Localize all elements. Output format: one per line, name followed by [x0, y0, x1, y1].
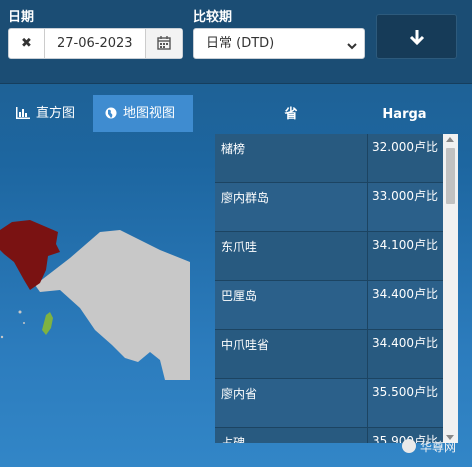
map-island-green[interactable]: [42, 312, 53, 335]
province-cell: 占碑: [221, 436, 246, 443]
arrow-down-icon: [409, 30, 425, 46]
filter-bar: 日期 比较期 ✖ 27-06-2023 日常 (DTD): [0, 0, 472, 84]
table-row[interactable]: 巴厘岛 34.400卢比: [215, 281, 443, 330]
column-header-province[interactable]: 省: [215, 100, 367, 130]
watermark: 华尊网: [402, 438, 456, 455]
price-table: 槠榜 32.000卢比 廖内群岛 33.000卢比 东爪哇 34.100卢比 巴…: [215, 134, 443, 443]
tab-bar-chart-label: 直方图: [36, 106, 76, 121]
price-cell: 34.400卢比: [367, 330, 443, 378]
table-row[interactable]: 中爪哇省 34.400卢比: [215, 330, 443, 379]
tab-map-view-label: 地图视图: [123, 106, 176, 121]
table-row[interactable]: 槠榜 32.000卢比: [215, 134, 443, 183]
map-island-small-2: [23, 322, 25, 324]
watermark-logo-icon: [402, 439, 416, 453]
scroll-up-arrow-icon[interactable]: [446, 137, 454, 142]
chevron-down-icon: [346, 37, 358, 56]
table-scrollbar[interactable]: [443, 134, 458, 443]
scrollbar-thumb[interactable]: [446, 148, 455, 204]
map-view[interactable]: [0, 140, 215, 467]
price-cell: 33.000卢比: [367, 183, 443, 231]
price-cell: 32.000卢比: [367, 134, 443, 182]
date-picker[interactable]: ✖ 27-06-2023: [8, 28, 183, 59]
province-cell: 东爪哇: [221, 240, 258, 254]
price-cell: 35.500卢比: [367, 379, 443, 427]
province-cell: 巴厘岛: [221, 289, 258, 303]
date-input[interactable]: 27-06-2023: [57, 29, 133, 58]
watermark-text: 华尊网: [420, 440, 457, 454]
tab-bar-chart[interactable]: 直方图: [8, 95, 88, 132]
price-cell: 34.100卢比: [367, 232, 443, 280]
province-cell: 槠榜: [221, 142, 246, 156]
province-cell: 廖内群岛: [221, 191, 270, 205]
table-row[interactable]: 东爪哇 34.100卢比: [215, 232, 443, 281]
calendar-icon[interactable]: [145, 29, 182, 58]
table-row[interactable]: 廖内省 35.500卢比: [215, 379, 443, 428]
bar-chart-icon: [16, 107, 30, 119]
price-cell: 34.400卢比: [367, 281, 443, 329]
table-row[interactable]: 廖内群岛 33.000卢比: [215, 183, 443, 232]
compare-period-value: 日常 (DTD): [206, 36, 275, 51]
tab-map-view[interactable]: 地图视图: [93, 95, 193, 132]
compare-label: 比较期: [193, 10, 233, 25]
globe-icon: [105, 107, 117, 119]
map-island-small-1: [18, 310, 22, 314]
download-button[interactable]: [376, 14, 457, 59]
province-cell: 廖内省: [221, 387, 258, 401]
close-icon[interactable]: ✖: [9, 29, 45, 58]
compare-period-select[interactable]: 日常 (DTD): [193, 28, 365, 59]
column-header-price[interactable]: Harga: [367, 100, 442, 130]
map-island-small-3: [0, 335, 4, 339]
date-label: 日期: [8, 10, 35, 25]
province-cell: 中爪哇省: [221, 338, 270, 352]
